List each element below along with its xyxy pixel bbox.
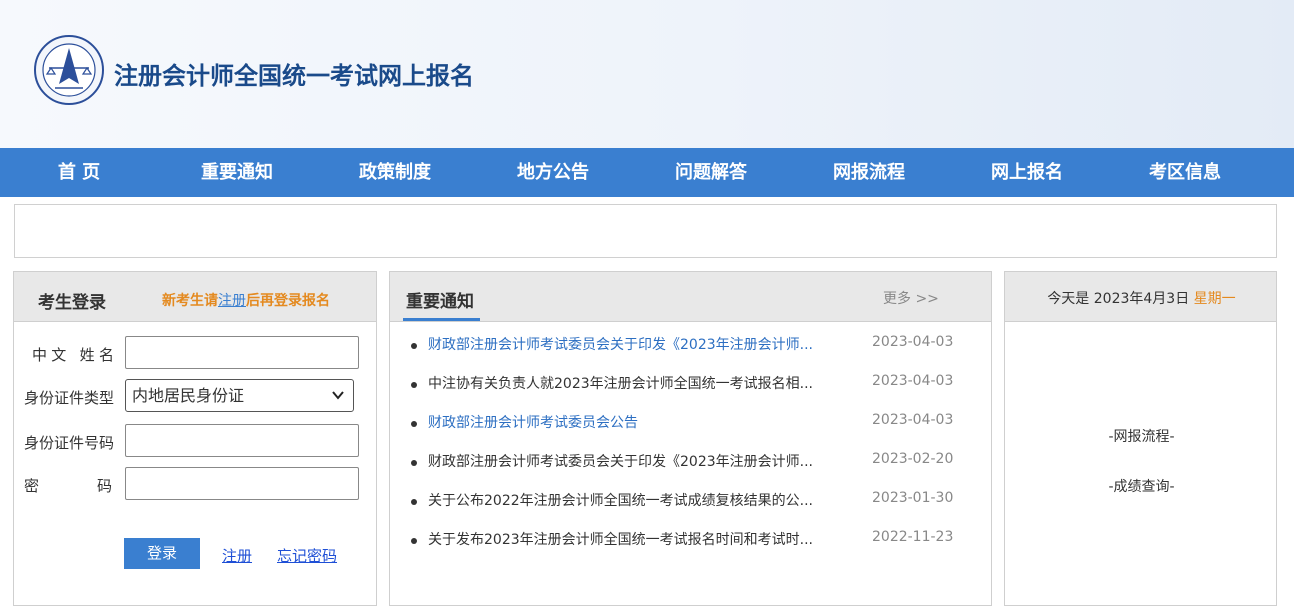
- list-item: 财政部注册会计师考试委员会关于印发《2023年注册会计师... 2023-02-…: [390, 451, 993, 490]
- site-header: 注册会计师全国统一考试网上报名: [0, 0, 1294, 148]
- bullet-icon: [411, 499, 417, 505]
- nav-item-local-announcements[interactable]: 地方公告: [474, 148, 632, 197]
- news-list: 财政部注册会计师考试委员会关于印发《2023年注册会计师... 2023-04-…: [390, 334, 993, 568]
- notice-panel-header: 重要通知 更多 >>: [390, 272, 991, 322]
- today-weekday: 星期一: [1193, 291, 1236, 307]
- nav-item-exam-area[interactable]: 考区信息: [1106, 148, 1264, 197]
- news-date: 2023-01-30: [872, 490, 954, 506]
- news-title[interactable]: 财政部注册会计师考试委员会关于印发《2023年注册会计师...: [428, 334, 838, 354]
- more-link[interactable]: 更多 >>: [883, 288, 939, 308]
- news-date: 2022-11-23: [872, 529, 954, 545]
- bullet-icon: [411, 421, 417, 427]
- id-type-label: 身份证件类型: [24, 389, 115, 407]
- register-hint: 新考生请注册后再登录报名: [162, 290, 330, 310]
- news-date: 2023-04-03: [872, 412, 954, 428]
- today-panel-header: 今天是 2023年4月3日 星期一: [1005, 272, 1276, 322]
- bullet-icon: [411, 538, 417, 544]
- login-title: 考生登录: [38, 293, 106, 313]
- site-title: 注册会计师全国统一考试网上报名: [114, 62, 474, 90]
- forgot-password-link[interactable]: 忘记密码: [277, 545, 337, 566]
- news-date: 2023-04-03: [872, 334, 954, 350]
- notice-title: 重要通知: [406, 292, 474, 312]
- login-panel: 考生登录 新考生请注册后再登录报名 中文 姓名 身份证件类型 内地居民身份证 身…: [13, 271, 377, 606]
- news-title[interactable]: 财政部注册会计师考试委员会关于印发《2023年注册会计师...: [428, 451, 838, 471]
- id-number-row: 身份证件号码: [14, 424, 378, 458]
- register-link[interactable]: 注册: [222, 545, 252, 566]
- today-date-text: 今天是 2023年4月3日: [1047, 291, 1190, 307]
- id-type-row: 身份证件类型 内地居民身份证: [14, 379, 378, 413]
- news-title[interactable]: 中注协有关负责人就2023年注册会计师全国统一考试报名相...: [428, 373, 838, 393]
- score-query-link[interactable]: -成绩查询-: [1005, 476, 1278, 496]
- news-date: 2023-04-03: [872, 373, 954, 389]
- news-title[interactable]: 财政部注册会计师考试委员会公告: [428, 412, 838, 432]
- name-input[interactable]: [125, 336, 359, 369]
- process-link[interactable]: -网报流程-: [1005, 426, 1278, 446]
- banner-area: [14, 204, 1277, 258]
- nav-item-faq[interactable]: 问题解答: [632, 148, 790, 197]
- news-title[interactable]: 关于公布2022年注册会计师全国统一考试成绩复核结果的公...: [428, 490, 838, 510]
- name-row: 中文 姓名: [14, 336, 378, 370]
- password-row: 密 码: [14, 467, 378, 501]
- list-item: 中注协有关负责人就2023年注册会计师全国统一考试报名相... 2023-04-…: [390, 373, 993, 412]
- id-number-input[interactable]: [125, 424, 359, 457]
- bullet-icon: [411, 382, 417, 388]
- notice-panel: 重要通知 更多 >> 财政部注册会计师考试委员会关于印发《2023年注册会计师.…: [389, 271, 992, 606]
- main-nav: 首 页 重要通知 政策制度 地方公告 问题解答 网报流程 网上报名 考区信息: [0, 148, 1294, 197]
- password-label: 密 码: [24, 477, 112, 495]
- register-hint-pre: 新考生请: [162, 293, 218, 309]
- today-date: 今天是 2023年4月3日 星期一: [1005, 288, 1278, 308]
- notice-title-underline: [403, 318, 480, 321]
- id-type-select[interactable]: 内地居民身份证: [125, 379, 354, 412]
- nav-item-home[interactable]: 首 页: [0, 148, 158, 197]
- id-number-label: 身份证件号码: [24, 434, 115, 452]
- today-panel: 今天是 2023年4月3日 星期一 -网报流程- -成绩查询-: [1004, 271, 1277, 606]
- login-button[interactable]: 登录: [124, 538, 200, 569]
- login-panel-header: 考生登录 新考生请注册后再登录报名: [14, 272, 376, 322]
- register-hint-post: 后再登录报名: [246, 293, 330, 309]
- nav-item-policy[interactable]: 政策制度: [316, 148, 474, 197]
- news-date: 2023-02-20: [872, 451, 954, 467]
- name-label: 中文 姓名: [32, 346, 114, 364]
- chevron-down-icon: [331, 380, 345, 423]
- cicpa-emblem-icon: [34, 35, 104, 105]
- list-item: 关于发布2023年注册会计师全国统一考试报名时间和考试时... 2022-11-…: [390, 529, 993, 568]
- nav-item-notices[interactable]: 重要通知: [158, 148, 316, 197]
- list-item: 财政部注册会计师考试委员会公告 2023-04-03: [390, 412, 993, 451]
- bullet-icon: [411, 343, 417, 349]
- nav-item-online-registration[interactable]: 网上报名: [948, 148, 1106, 197]
- bullet-icon: [411, 460, 417, 466]
- password-input[interactable]: [125, 467, 359, 500]
- nav-item-process[interactable]: 网报流程: [790, 148, 948, 197]
- id-type-value: 内地居民身份证: [132, 386, 245, 405]
- list-item: 关于公布2022年注册会计师全国统一考试成绩复核结果的公... 2023-01-…: [390, 490, 993, 529]
- list-item: 财政部注册会计师考试委员会关于印发《2023年注册会计师... 2023-04-…: [390, 334, 993, 373]
- register-hint-link[interactable]: 注册: [218, 293, 246, 309]
- news-title[interactable]: 关于发布2023年注册会计师全国统一考试报名时间和考试时...: [428, 529, 838, 549]
